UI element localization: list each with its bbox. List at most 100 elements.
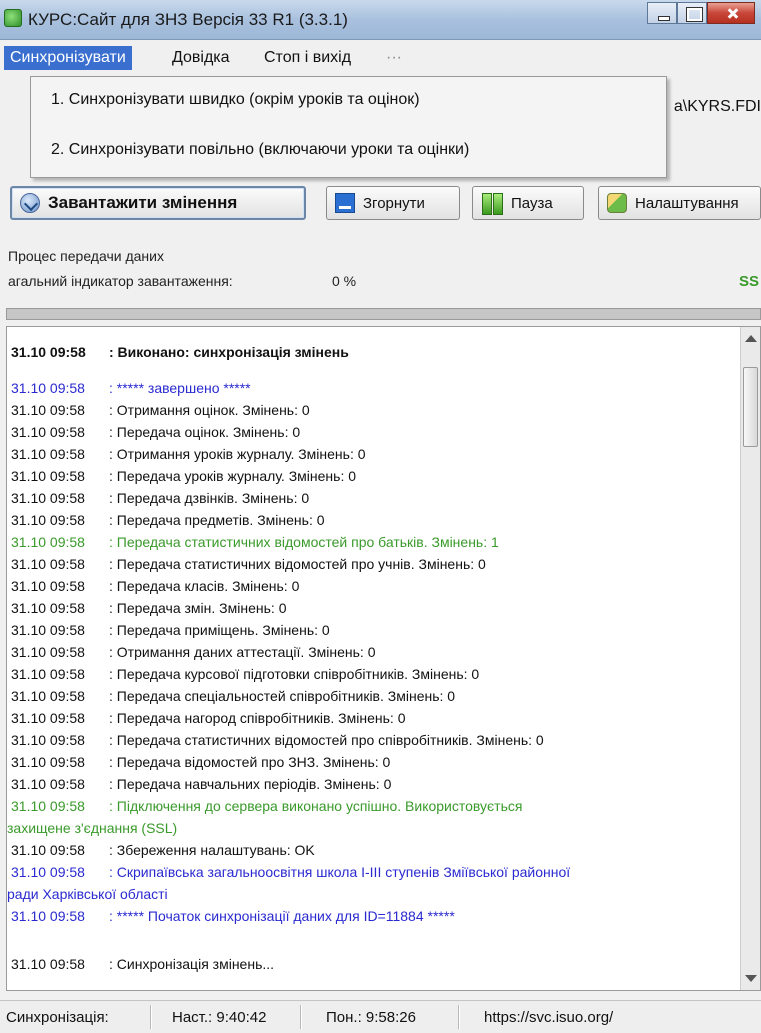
indicator-label: агальний індикатор завантаження:	[8, 273, 233, 289]
settings-button[interactable]: Налаштування	[598, 186, 761, 220]
log-message: : Передача відомостей про ЗНЗ. Змінень: …	[109, 754, 391, 770]
log-message: : Отримання даних аттестації. Змінень: 0	[109, 644, 376, 660]
settings-icon	[607, 193, 627, 213]
log-message: : ***** завершено *****	[109, 380, 251, 396]
log-line: 31.10 09:58: Передача дзвінків. Змінень:…	[11, 489, 309, 507]
log-line: 31.10 09:58 : Збереження налаштувань: OK	[11, 841, 315, 859]
log-message: : Отримання уроків журналу. Змінень: 0	[109, 446, 366, 462]
log-message: : Передача нагород співробітників. Зміне…	[109, 710, 406, 726]
pause-icon	[481, 193, 503, 215]
log-message: : Передача статистичних відомостей про с…	[109, 732, 544, 748]
log-time: 31.10 09:58	[11, 864, 85, 880]
log-line: 31.10 09:58 : Передача статистичних відом…	[11, 555, 486, 573]
log-message: : Виконано: синхронізація змінень	[109, 344, 349, 360]
menu-sync[interactable]: Синхронізувати	[4, 46, 132, 70]
log-line: ради Харківської області	[7, 885, 168, 903]
log-message: : Передача статистичних відомостей про б…	[109, 534, 499, 550]
scroll-down-arrow-icon[interactable]	[745, 975, 757, 982]
log-message: : Скрипаївська загальноосвітня школа І-І…	[109, 864, 571, 880]
log-time: 31.10 09:58	[11, 842, 85, 858]
log-message: : Передача навчальних періодів. Змінень:…	[109, 776, 392, 792]
scroll-up-arrow-icon[interactable]	[745, 335, 757, 342]
log-time: 31.10 09:58	[11, 732, 85, 748]
log-message: : Передача предметів. Змінень: 0	[109, 512, 325, 528]
log-line: 31.10 09:58: Передача статистичних відом…	[11, 533, 499, 551]
log-line: 31.10 09:58: Отримання уроків журналу. З…	[11, 445, 366, 463]
log-line: 31.10 09:58: Підключення до сервера вико…	[11, 797, 522, 815]
status-separator	[458, 1005, 460, 1029]
status-start-time: Наст.: 9:40:42	[172, 1009, 267, 1026]
status-url: https://svc.isuo.org/	[484, 1009, 614, 1026]
log-time: 31.10 09:58	[11, 908, 85, 924]
log-message: : Збереження налаштувань: OK	[109, 842, 315, 858]
log-line: 31.10 09:58 : Передача уроків журналу. Зм…	[11, 467, 356, 485]
log-line: 31.10 09:58 : Передача нагород співробітн…	[11, 709, 405, 727]
menu-bar: Синхронізувати Довідка Стоп і вихід ···	[0, 42, 761, 74]
status-mode: Синхронізація:	[6, 1009, 109, 1026]
scrollbar-thumb[interactable]	[743, 367, 758, 447]
log-message: : Передача курсової підготовки співробіт…	[109, 666, 480, 682]
log-time: 31.10 09:58	[11, 344, 86, 360]
log-line: 31.10 09:58: Передача спеціальностей спі…	[11, 687, 455, 705]
collapse-button[interactable]: Згорнути	[326, 186, 460, 220]
title-bar: КУРС:Сайт для ЗНЗ Версія 33 R1 (3.3.1)	[0, 0, 761, 40]
log-line: 31.10 09:58 : ***** Початок синхронізації…	[11, 907, 455, 925]
log-time: 31.10 09:58	[11, 424, 85, 440]
window-controls	[647, 2, 755, 24]
status-bar: Синхронізація: Наст.: 9:40:42 Пон.: 9:58…	[0, 1000, 761, 1033]
log-line: 31.10 09:58: Синхронізація змінень...	[11, 955, 274, 973]
progress-bar	[6, 308, 761, 320]
minimize-button[interactable]	[647, 2, 677, 24]
load-changes-button[interactable]: Завантажити змінення	[10, 186, 306, 220]
pause-button[interactable]: Пауза	[472, 186, 584, 220]
maximize-button[interactable]	[677, 2, 707, 24]
status-separator	[300, 1005, 302, 1029]
close-button[interactable]	[707, 2, 755, 24]
log-message: : Передача статистичних відомостей про у…	[109, 556, 486, 572]
log-time: 31.10 09:58	[11, 754, 85, 770]
menu-more[interactable]: ···	[380, 46, 408, 70]
log-message: : Передача оцінок. Змінень: 0	[109, 424, 301, 440]
log-line: 31.10 09:58: Отримання оцінок. Змінень: …	[11, 401, 310, 419]
menu-help[interactable]: Довідка	[166, 46, 236, 70]
log-message: : Підключення до сервера виконано успішн…	[109, 798, 523, 814]
log-message: : Синхронізація змінень...	[109, 956, 275, 972]
log-line: 31.10 09:58: Отримання даних аттестації.…	[11, 643, 376, 661]
log-time: 31.10 09:58	[11, 688, 85, 704]
log-line: 31.10 09:58 : Скрипаївська загальноосвітн…	[11, 863, 570, 881]
status-last-time: Пон.: 9:58:26	[326, 1009, 416, 1026]
process-label: Процес передачи даних	[8, 248, 164, 264]
log-message: : Передача класів. Змінень: 0	[109, 578, 300, 594]
status-separator	[150, 1005, 152, 1029]
log-message: захищене з'єднання (SSL)	[7, 820, 178, 836]
log-time: 31.10 09:58	[11, 578, 85, 594]
log-message: : Передача уроків журналу. Змінень: 0	[109, 468, 357, 484]
log-line: 31.10 09:58 : Передача курсової підготовк…	[11, 665, 479, 683]
window-title: КУРС:Сайт для ЗНЗ Версія 33 R1 (3.3.1)	[28, 10, 348, 29]
log-line: 31.10 09:58 : Передача класів. Змінень: 0	[11, 577, 299, 595]
menu-item-sync-fast[interactable]: 1. Синхронізувати швидко (окрім уроків т…	[51, 91, 420, 109]
menu-stop-exit[interactable]: Стоп і вихід	[258, 46, 357, 70]
log-time: 31.10 09:58	[11, 402, 85, 418]
log-time: 31.10 09:58	[11, 380, 85, 396]
log-line: 31.10 09:58 : Передача відомостей про ЗНЗ…	[11, 753, 390, 771]
log-line: 31.10 09:58 : Передача оцінок. Змінень: 0	[11, 423, 300, 441]
log-time: 31.10 09:58	[11, 666, 85, 682]
log-time: 31.10 09:58	[11, 468, 85, 484]
log-time: 31.10 09:58	[11, 490, 85, 506]
database-path: а\KYRS.FDI	[673, 98, 761, 115]
menu-item-sync-slow[interactable]: 2. Синхронізувати повільно (включаючи ур…	[51, 141, 469, 159]
log-time: 31.10 09:58	[11, 556, 85, 572]
log-time: 31.10 09:58	[11, 710, 85, 726]
settings-label: Налаштування	[635, 194, 739, 212]
sync-dropdown-menu: 1. Синхронізувати швидко (окрім уроків т…	[30, 76, 667, 178]
log-message: : Передача приміщень. Змінень: 0	[109, 622, 330, 638]
log-line: 31.10 09:58 : Передача статистичних відом…	[11, 731, 544, 749]
log-time: 31.10 09:58	[11, 512, 85, 528]
log-time: 31.10 09:58	[11, 600, 85, 616]
log-time: 31.10 09:58	[11, 776, 85, 792]
log-message: : ***** Початок синхронізації даних для …	[109, 908, 455, 924]
log-message: ради Харківської області	[7, 886, 168, 902]
log-scrollbar[interactable]	[740, 327, 760, 990]
log-time: 31.10 09:58	[11, 622, 85, 638]
